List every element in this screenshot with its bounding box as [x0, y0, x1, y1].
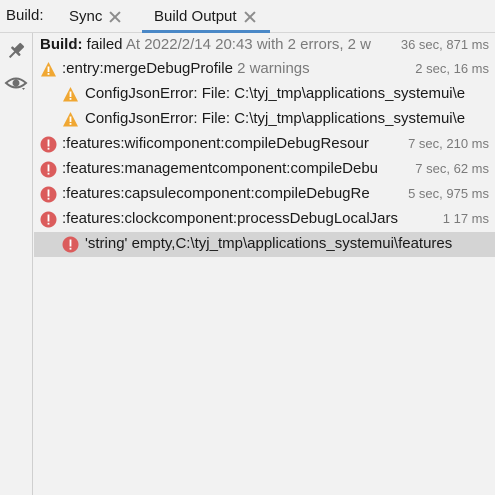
tab-build-output-label: Build Output [154, 8, 237, 25]
tab-bar: Build: Sync Build Output [0, 0, 495, 33]
tree-row[interactable]: :features:managementcomponent:compileDeb… [34, 157, 495, 182]
task-name: :features:managementcomponent:compileDeb… [62, 160, 379, 177]
build-status-text: failed [82, 36, 123, 53]
tab-bar-label: Build: [6, 7, 44, 24]
row-duration: 5 sec, 975 ms [404, 186, 489, 201]
tool-strip [0, 33, 33, 495]
error-icon [40, 186, 57, 203]
tree-row[interactable]: :features:clockcomponent:processDebugLoc… [34, 207, 495, 232]
warning-count: 2 warnings [237, 60, 310, 77]
tree-row[interactable]: Build: failed At 2022/2/14 20:43 with 2 … [34, 33, 495, 58]
eye-icon[interactable] [4, 72, 28, 96]
warning-icon [62, 86, 79, 103]
tab-build-output[interactable]: Build Output [142, 0, 270, 33]
build-status-prefix: Build: [40, 36, 83, 53]
build-status-detail: At 2022/2/14 20:43 with 2 errors, 2 w [122, 36, 372, 53]
row-duration: 1 17 ms [438, 211, 489, 226]
tab-sync[interactable]: Sync [69, 0, 121, 33]
tree-row-selected[interactable]: 'string' empty,C:\tyj_tmp\applications_s… [34, 232, 495, 257]
error-icon [40, 136, 57, 153]
task-name: :features:capsulecomponent:compileDebugR… [62, 185, 370, 202]
error-icon [40, 211, 57, 228]
row-duration: 7 sec, 210 ms [404, 136, 489, 151]
tree-row[interactable]: :features:capsulecomponent:compileDebugR… [34, 182, 495, 207]
tree-row[interactable]: ConfigJsonError: File: C:\tyj_tmp\applic… [34, 107, 495, 132]
tab-sync-label: Sync [69, 8, 103, 25]
task-name: :features:clockcomponent:processDebugLoc… [62, 210, 399, 227]
close-icon[interactable] [109, 11, 121, 23]
task-name: :entry:mergeDebugProfile [62, 60, 233, 77]
warning-message: ConfigJsonError: File: C:\tyj_tmp\applic… [85, 110, 466, 127]
error-icon [40, 161, 57, 178]
build-output-tree: Build: failed At 2022/2/14 20:43 with 2 … [34, 33, 495, 495]
close-icon[interactable] [244, 11, 256, 23]
error-icon [62, 236, 79, 253]
tree-row[interactable]: :features:wificomponent:compileDebugReso… [34, 132, 495, 157]
row-duration: 7 sec, 62 ms [411, 161, 489, 176]
tree-row[interactable]: :entry:mergeDebugProfile 2 warnings 2 se… [34, 57, 495, 82]
tree-row[interactable]: ConfigJsonError: File: C:\tyj_tmp\applic… [34, 82, 495, 107]
row-duration: 2 sec, 16 ms [411, 61, 489, 76]
row-duration: 36 sec, 871 ms [396, 37, 489, 52]
warning-icon [40, 61, 57, 78]
pin-icon[interactable] [4, 39, 28, 63]
error-message: 'string' empty,C:\tyj_tmp\applications_s… [85, 235, 453, 252]
task-name: :features:wificomponent:compileDebugReso… [62, 135, 369, 152]
warning-icon [62, 111, 79, 128]
warning-message: ConfigJsonError: File: C:\tyj_tmp\applic… [85, 85, 466, 102]
